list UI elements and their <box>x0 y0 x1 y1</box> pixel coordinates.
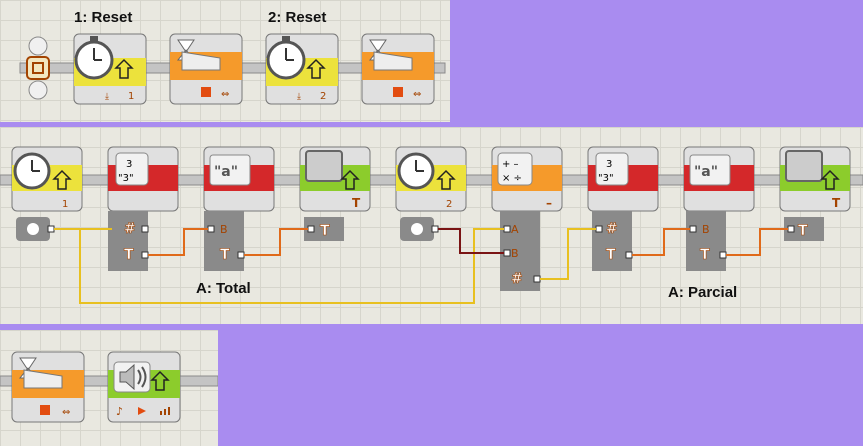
svg-text:⤓: ⤓ <box>105 92 109 102</box>
svg-text:"a": "a" <box>694 164 718 180</box>
speaker-icon <box>113 361 151 393</box>
display-block-1[interactable]: T T <box>299 146 371 241</box>
svg-text:B: B <box>511 247 519 260</box>
timer-block-1[interactable]: ⤓ 1 <box>73 33 147 105</box>
math-block[interactable]: + – × ÷ – A B # <box>491 146 563 291</box>
svg-text:T: T <box>124 247 134 263</box>
sound-block[interactable]: ♪ <box>107 351 181 423</box>
sequence-diagram-1: ⤓ 1 ⇔ ⤓ 2 ⇔ <box>19 33 446 105</box>
svg-text:× ÷: × ÷ <box>502 173 522 184</box>
svg-text:T: T <box>352 196 361 210</box>
text-block-2[interactable]: "a" B T <box>683 146 755 271</box>
wait-block-1[interactable]: ⇔ <box>169 33 243 105</box>
svg-text:♪: ♪ <box>116 405 123 418</box>
sequence-panel-display: A: Total A: Parcial 1 3 "3" # T "a" B T … <box>0 127 863 324</box>
sequence-diagram-2: 1 3 "3" # T "a" B T T T 2 + –× ÷ – A B #… <box>0 146 863 304</box>
svg-text:"3": "3" <box>598 173 614 184</box>
svg-text:#: # <box>511 271 523 287</box>
svg-text:–: – <box>546 196 552 210</box>
svg-text:#: # <box>124 221 136 237</box>
svg-text:T: T <box>606 247 616 263</box>
svg-text:⇔: ⇔ <box>62 407 70 418</box>
svg-text:B: B <box>220 223 228 236</box>
svg-text:1: 1 <box>62 199 68 210</box>
wait-block-2[interactable]: ⇔ <box>361 33 435 105</box>
svg-text:⇔: ⇔ <box>413 89 421 100</box>
svg-text:3: 3 <box>606 159 612 170</box>
svg-text:"3": "3" <box>118 173 134 184</box>
text-block-1[interactable]: "a" B T <box>203 146 275 271</box>
reset-arrow-icon: ⇔ <box>221 89 229 100</box>
svg-text:"a": "a" <box>214 164 238 180</box>
svg-text:B: B <box>702 223 710 236</box>
svg-text:T: T <box>220 247 230 263</box>
svg-text:T: T <box>798 223 808 239</box>
svg-text:T: T <box>700 247 710 263</box>
svg-text:2: 2 <box>320 91 326 102</box>
svg-text:T: T <box>832 196 841 210</box>
wait-block-3[interactable]: ⇔ <box>11 351 85 423</box>
stop-square-icon <box>201 87 211 97</box>
timer-read-block-1[interactable]: 1 <box>11 146 83 241</box>
sequence-diagram-3: ⇔ ♪ <box>0 351 218 423</box>
sequence-panel-sound: ⇔ ♪ <box>0 330 218 446</box>
svg-text:#: # <box>606 221 618 237</box>
svg-text:2: 2 <box>446 199 452 210</box>
start-node[interactable] <box>26 36 50 100</box>
svg-text:T: T <box>320 223 330 239</box>
svg-text:1: 1 <box>128 91 134 102</box>
display-icon <box>305 150 343 182</box>
number-to-text-block-1[interactable]: 3 "3" # T <box>107 146 179 271</box>
svg-text:+ –: + – <box>502 159 519 170</box>
svg-text:3: 3 <box>126 159 132 170</box>
svg-text:A: A <box>511 223 519 236</box>
timer-read-block-2[interactable]: 2 <box>395 146 467 241</box>
timer-block-2[interactable]: ⤓ 2 <box>265 33 339 105</box>
number-to-text-block-2[interactable]: 3 "3" # T <box>587 146 659 271</box>
display-block-2[interactable]: T T <box>779 146 851 241</box>
svg-text:⤓: ⤓ <box>297 92 301 102</box>
sequence-panel-reset: 1: Reset 2: Reset ⤓ 1 ⇔ ⤓ 2 ⇔ <box>0 0 450 122</box>
